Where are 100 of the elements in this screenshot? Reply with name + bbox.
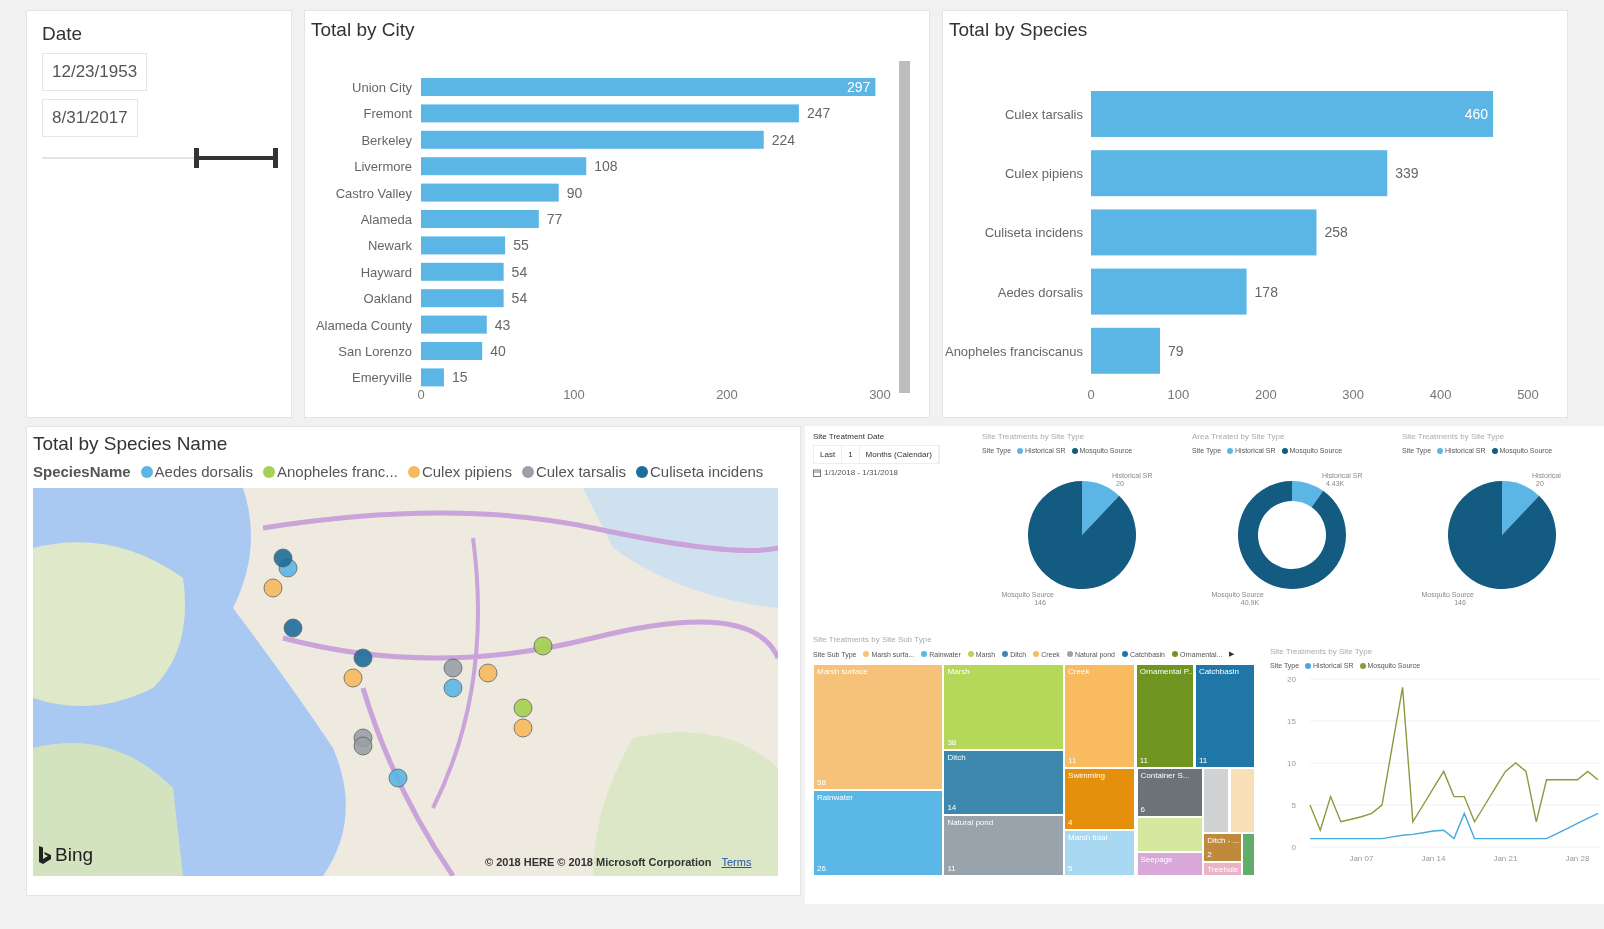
- tile-label: Marsh tidal: [1068, 832, 1109, 842]
- bar[interactable]: [421, 130, 764, 149]
- category-label: Aedes dorsalis: [997, 284, 1083, 300]
- value-label: 224: [771, 131, 796, 148]
- tile-value: 11: [1139, 755, 1149, 765]
- bar[interactable]: [421, 289, 504, 308]
- bar[interactable]: [421, 342, 483, 360]
- value-label: 77: [546, 211, 563, 227]
- axis-tick-label: 100: [563, 387, 585, 402]
- axis-tick-label: 5: [1291, 801, 1296, 810]
- treemap-tile[interactable]: Ditch 14: [943, 749, 1064, 816]
- category-label: Culex tarsalis: [1004, 107, 1083, 122]
- value-label: 339: [1395, 165, 1419, 182]
- tile-value: 4: [1068, 817, 1074, 827]
- bar[interactable]: [1091, 209, 1317, 256]
- bar[interactable]: [421, 157, 587, 176]
- relative-date-selector[interactable]: Last 1 Months (Calendar): [813, 445, 940, 464]
- axis-tick-label: 500: [1517, 387, 1539, 402]
- value-label: 460: [1464, 106, 1489, 122]
- bar[interactable]: [1091, 91, 1494, 137]
- visual-title: Site Treatments by Site Type: [1402, 432, 1506, 441]
- bar[interactable]: [421, 78, 876, 96]
- category-label: Alameda: [360, 212, 412, 227]
- legend-label: Culex pipiens: [421, 463, 512, 480]
- scrollbar[interactable]: [899, 61, 910, 393]
- bar[interactable]: [421, 262, 504, 281]
- terms-link[interactable]: Terms: [721, 856, 752, 868]
- category-label: Livermore: [354, 159, 412, 175]
- axis-tick-label: 20: [1287, 675, 1296, 684]
- value-label: 55: [513, 237, 529, 254]
- bar[interactable]: [421, 368, 444, 387]
- axis-tick-label: 0: [1087, 387, 1095, 402]
- pie-slice[interactable]: [1028, 481, 1136, 589]
- axis-tick-label: 300: [1342, 387, 1365, 402]
- legend-label: Culex tarsalis: [535, 463, 626, 480]
- bar[interactable]: [1091, 327, 1161, 374]
- category-label: Anopheles franciscanus: [944, 343, 1083, 359]
- bar[interactable]: [421, 315, 487, 334]
- bar[interactable]: [421, 104, 799, 123]
- end-date-field[interactable]: 8/31/2017: [42, 99, 138, 137]
- category-label: Emeryville: [352, 370, 412, 386]
- tile-value: 11: [1068, 755, 1078, 765]
- bar[interactable]: [421, 236, 506, 255]
- treemap-tile[interactable]: [1203, 767, 1230, 834]
- donut-segment[interactable]: [1238, 481, 1346, 589]
- slicer-title: Site Treatment Date: [813, 432, 886, 441]
- bar[interactable]: [1091, 268, 1247, 315]
- slider-handle[interactable]: [193, 148, 199, 168]
- category-label: San Lorenzo: [338, 344, 412, 359]
- tile-label: Swimming: [1068, 770, 1106, 780]
- tile-value: 5: [1068, 864, 1074, 873]
- category-label: Alameda County: [315, 317, 412, 333]
- visual-title: Total by City: [310, 18, 416, 42]
- bar[interactable]: [421, 210, 539, 228]
- axis-tick-label: 200: [716, 387, 738, 402]
- category-label: Castro Valley: [335, 185, 412, 201]
- value-label: 15: [451, 369, 468, 386]
- axis-tick-label: Jan 14: [1421, 854, 1446, 863]
- treemap-tile[interactable]: [1136, 817, 1203, 852]
- axis-tick-label: Jan 28: [1565, 854, 1590, 863]
- tile-label: Creek: [1068, 667, 1091, 676]
- category-label: Fremont: [363, 106, 412, 122]
- treemap-tile[interactable]: Swimming 4: [1064, 767, 1136, 830]
- tile-value: 26: [817, 864, 827, 873]
- treemap-tile[interactable]: Seepage: [1136, 851, 1203, 876]
- treemap-tile[interactable]: Catchbasin 11: [1194, 664, 1255, 768]
- tile-value: 11: [947, 864, 957, 873]
- category-label: Berkeley: [361, 132, 412, 148]
- legend-label: Culiseta incidens: [649, 463, 764, 480]
- treemap-tile[interactable]: [1229, 767, 1255, 834]
- slider-handle[interactable]: [273, 148, 278, 168]
- value-label: 258: [1324, 224, 1348, 241]
- treemap-tile[interactable]: Marsh surface 58: [813, 664, 943, 791]
- treemap-tile[interactable]: Ditch - ... 2: [1203, 833, 1242, 862]
- legend-title: SpeciesName: [33, 463, 131, 480]
- donut-segment[interactable]: [1292, 481, 1324, 508]
- treemap-tile[interactable]: Ornamental P... 11: [1135, 664, 1195, 768]
- treemap-tile[interactable]: Natural pond 11: [943, 815, 1064, 876]
- start-date-field[interactable]: 12/23/1953: [42, 53, 148, 91]
- category-label: Newark: [367, 238, 412, 254]
- axis-tick-label: 0: [417, 387, 425, 402]
- axis-tick-label: 0: [1291, 843, 1296, 852]
- pie-slice[interactable]: [1448, 481, 1556, 589]
- treemap-tile[interactable]: Container S... 6: [1136, 767, 1203, 818]
- treemap-tile[interactable]: Marsh 38: [943, 664, 1064, 750]
- value-label: 79: [1168, 342, 1184, 359]
- axis-tick-label: 100: [1167, 387, 1190, 402]
- treemap-tile[interactable]: Creek 11: [1064, 664, 1136, 768]
- axis-tick-label: 200: [1254, 387, 1277, 402]
- treemap-tile[interactable]: [1242, 833, 1255, 876]
- bar[interactable]: [1091, 150, 1388, 197]
- tile-value: 38: [947, 737, 958, 747]
- category-label: Culiseta incidens: [984, 225, 1083, 241]
- bar[interactable]: [421, 183, 559, 202]
- value-label: 178: [1254, 283, 1278, 300]
- treemap-tile[interactable]: Rainwater 26: [813, 790, 943, 876]
- value-label: 247: [806, 105, 831, 122]
- date-range-slider[interactable]: [42, 147, 275, 169]
- category-label: Hayward: [360, 264, 412, 280]
- slicer-title: Date: [41, 22, 84, 46]
